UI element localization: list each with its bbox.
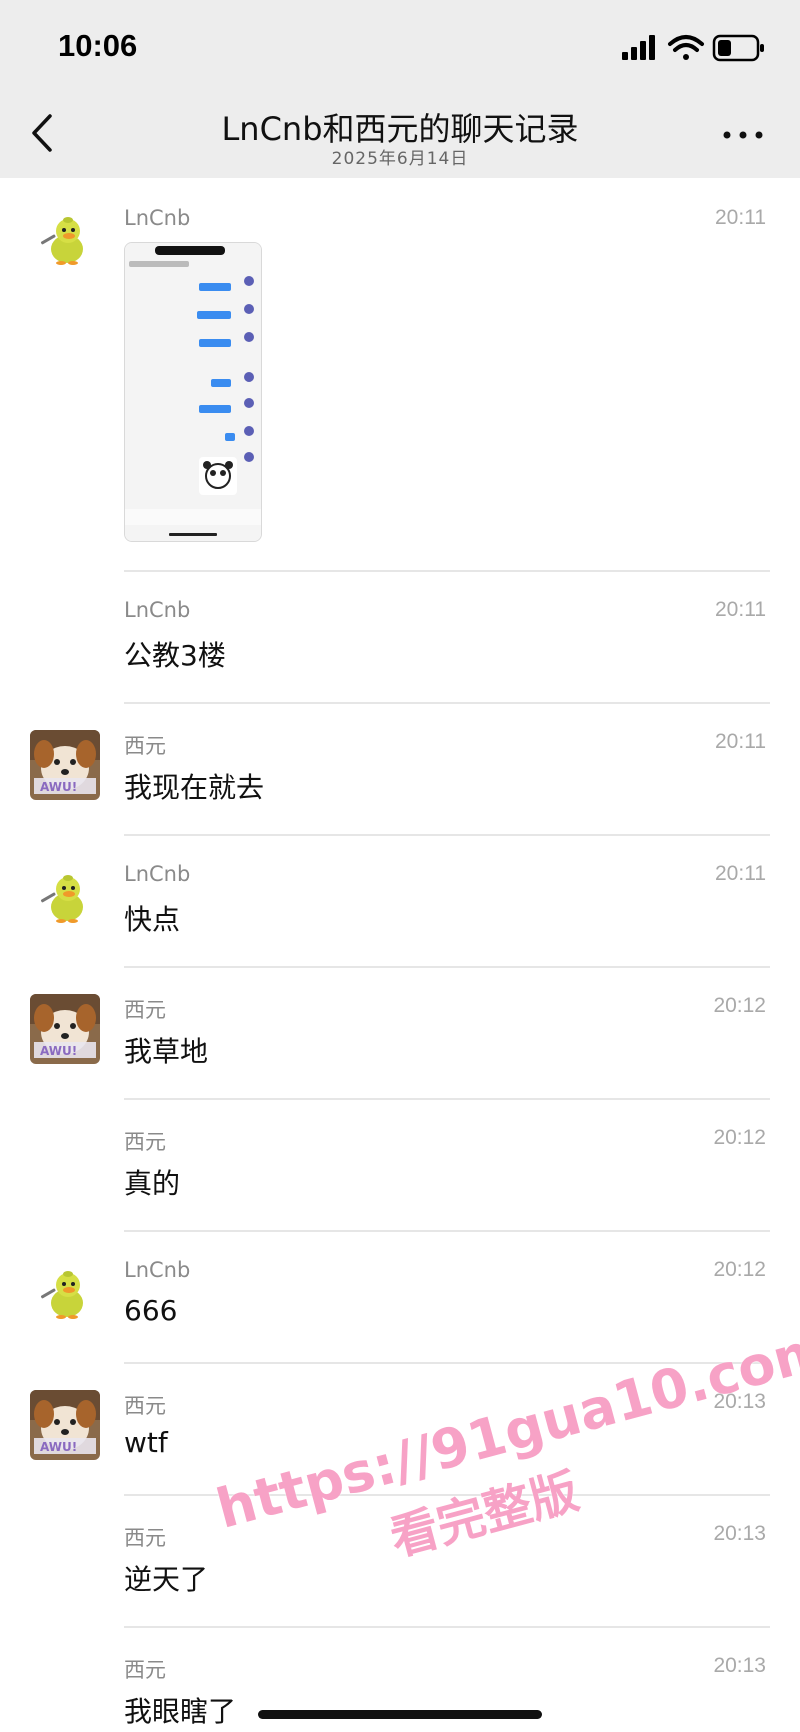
duck-avatar-icon: [30, 1258, 100, 1328]
sender-name: 西元: [124, 1394, 166, 1418]
message-text: 真的: [124, 1167, 181, 1200]
message-text: 我草地: [124, 1035, 209, 1068]
svg-text:AWU!: AWU!: [40, 780, 77, 794]
message-text: wtf: [124, 1426, 168, 1459]
sender-name: 西元: [124, 1130, 166, 1154]
sender-name: LnCnb: [124, 1258, 191, 1282]
message-time: 20:13: [713, 1654, 766, 1677]
sender-name: 西元: [124, 998, 166, 1022]
message-time: 20:11: [715, 206, 766, 229]
status-icons: [622, 34, 764, 62]
message-text: 快点: [124, 903, 181, 936]
avatar-duck[interactable]: [30, 204, 100, 274]
sender-name: LnCnb: [124, 598, 191, 622]
message-divider: [124, 966, 770, 968]
dog-avatar-icon: AWU!: [30, 730, 100, 800]
message-text: 666: [124, 1294, 178, 1327]
sender-name: 西元: [124, 1658, 166, 1682]
message-divider: [124, 834, 770, 836]
message-text: 逆天了: [124, 1563, 209, 1596]
duck-avatar-icon: [30, 204, 100, 274]
message-divider: [124, 702, 770, 704]
avatar-duck[interactable]: [30, 1258, 100, 1328]
wifi-icon: [668, 35, 704, 60]
message-divider: [124, 1494, 770, 1496]
message-time: 20:11: [715, 862, 766, 885]
nav-bar: LnCnb和西元的聊天记录 2025年6月14日: [0, 96, 800, 178]
message-time: 20:11: [715, 598, 766, 621]
page-subtitle-date: 2025年6月14日: [331, 149, 469, 169]
message-time: 20:13: [713, 1390, 766, 1413]
message-text: 公教3楼: [124, 639, 226, 672]
svg-text:AWU!: AWU!: [40, 1044, 77, 1058]
sender-name: 西元: [124, 734, 166, 758]
message-time: 20:12: [713, 1258, 766, 1281]
message-divider: [124, 570, 770, 572]
message-divider: [124, 1626, 770, 1628]
message-text: 我眼瞎了: [124, 1695, 237, 1728]
svg-text:AWU!: AWU!: [40, 1440, 77, 1454]
dog-avatar-icon: AWU!: [30, 1390, 100, 1460]
avatar-duck[interactable]: [30, 862, 100, 932]
battery-icon: [712, 34, 764, 62]
avatar-dog[interactable]: AWU!: [30, 1390, 100, 1460]
message-time: 20:11: [715, 730, 766, 753]
image-message-thumbnail[interactable]: [124, 242, 262, 542]
home-indicator[interactable]: [258, 1710, 542, 1719]
message-time: 20:12: [713, 1126, 766, 1149]
sender-name: LnCnb: [124, 862, 191, 886]
watermark-url: https://91gua10.com: [210, 1316, 800, 1541]
watermark: https://91gua10.com 看完整版: [210, 1316, 800, 1611]
duck-avatar-icon: [30, 862, 100, 932]
sender-name: LnCnb: [124, 206, 191, 230]
dog-avatar-icon: AWU!: [30, 994, 100, 1064]
status-time: 10:06: [58, 28, 138, 63]
more-dots-icon[interactable]: [722, 128, 764, 142]
message-time: 20:13: [713, 1522, 766, 1545]
avatar-dog[interactable]: AWU!: [30, 994, 100, 1064]
message-divider: [124, 1230, 770, 1232]
message-divider: [124, 1098, 770, 1100]
message-text: 我现在就去: [124, 771, 265, 804]
message-time: 20:12: [713, 994, 766, 1017]
screenshot-thumbnail-icon: [125, 243, 261, 541]
status-bar: 10:06: [0, 0, 800, 96]
signal-icon: [622, 35, 655, 60]
sender-name: 西元: [124, 1526, 166, 1550]
message-divider: [124, 1362, 770, 1364]
avatar-dog[interactable]: AWU!: [30, 730, 100, 800]
